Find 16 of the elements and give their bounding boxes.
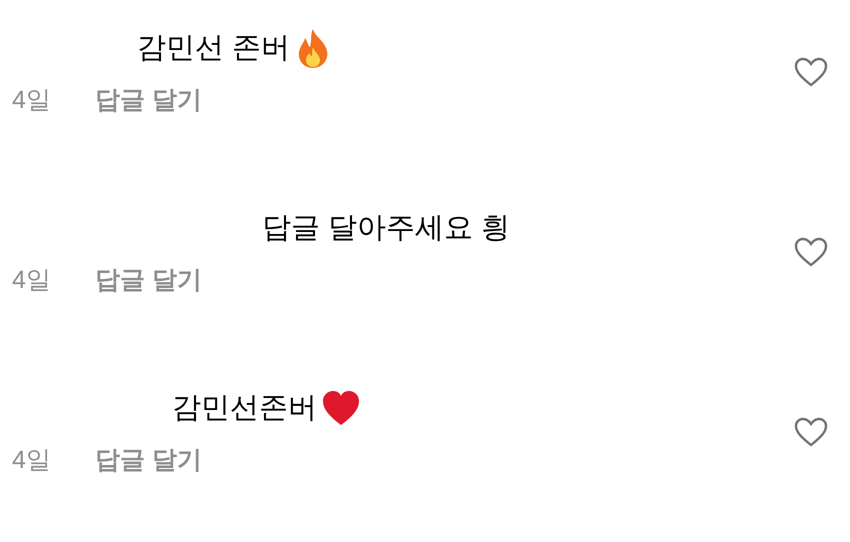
like-button[interactable]: [794, 416, 828, 446]
comment-time: 4일: [12, 448, 51, 473]
heart-icon: [794, 236, 828, 266]
like-button[interactable]: [794, 236, 828, 266]
comment-time: 4일: [12, 268, 51, 293]
heart-icon: [321, 389, 361, 427]
comment-text: 감민선 존버: [137, 34, 290, 62]
reply-link[interactable]: 답글 달기: [94, 88, 202, 113]
comment-text: 감민선존버: [172, 394, 317, 422]
reply-link[interactable]: 답글 달기: [94, 448, 202, 473]
reply-link[interactable]: 답글 달기: [94, 268, 202, 293]
heart-icon: [794, 56, 828, 86]
comment-text: 답글 달아주세요 힁: [262, 214, 510, 242]
like-button[interactable]: [794, 56, 828, 86]
heart-icon: [794, 416, 828, 446]
comment-time: 4일: [12, 88, 51, 113]
